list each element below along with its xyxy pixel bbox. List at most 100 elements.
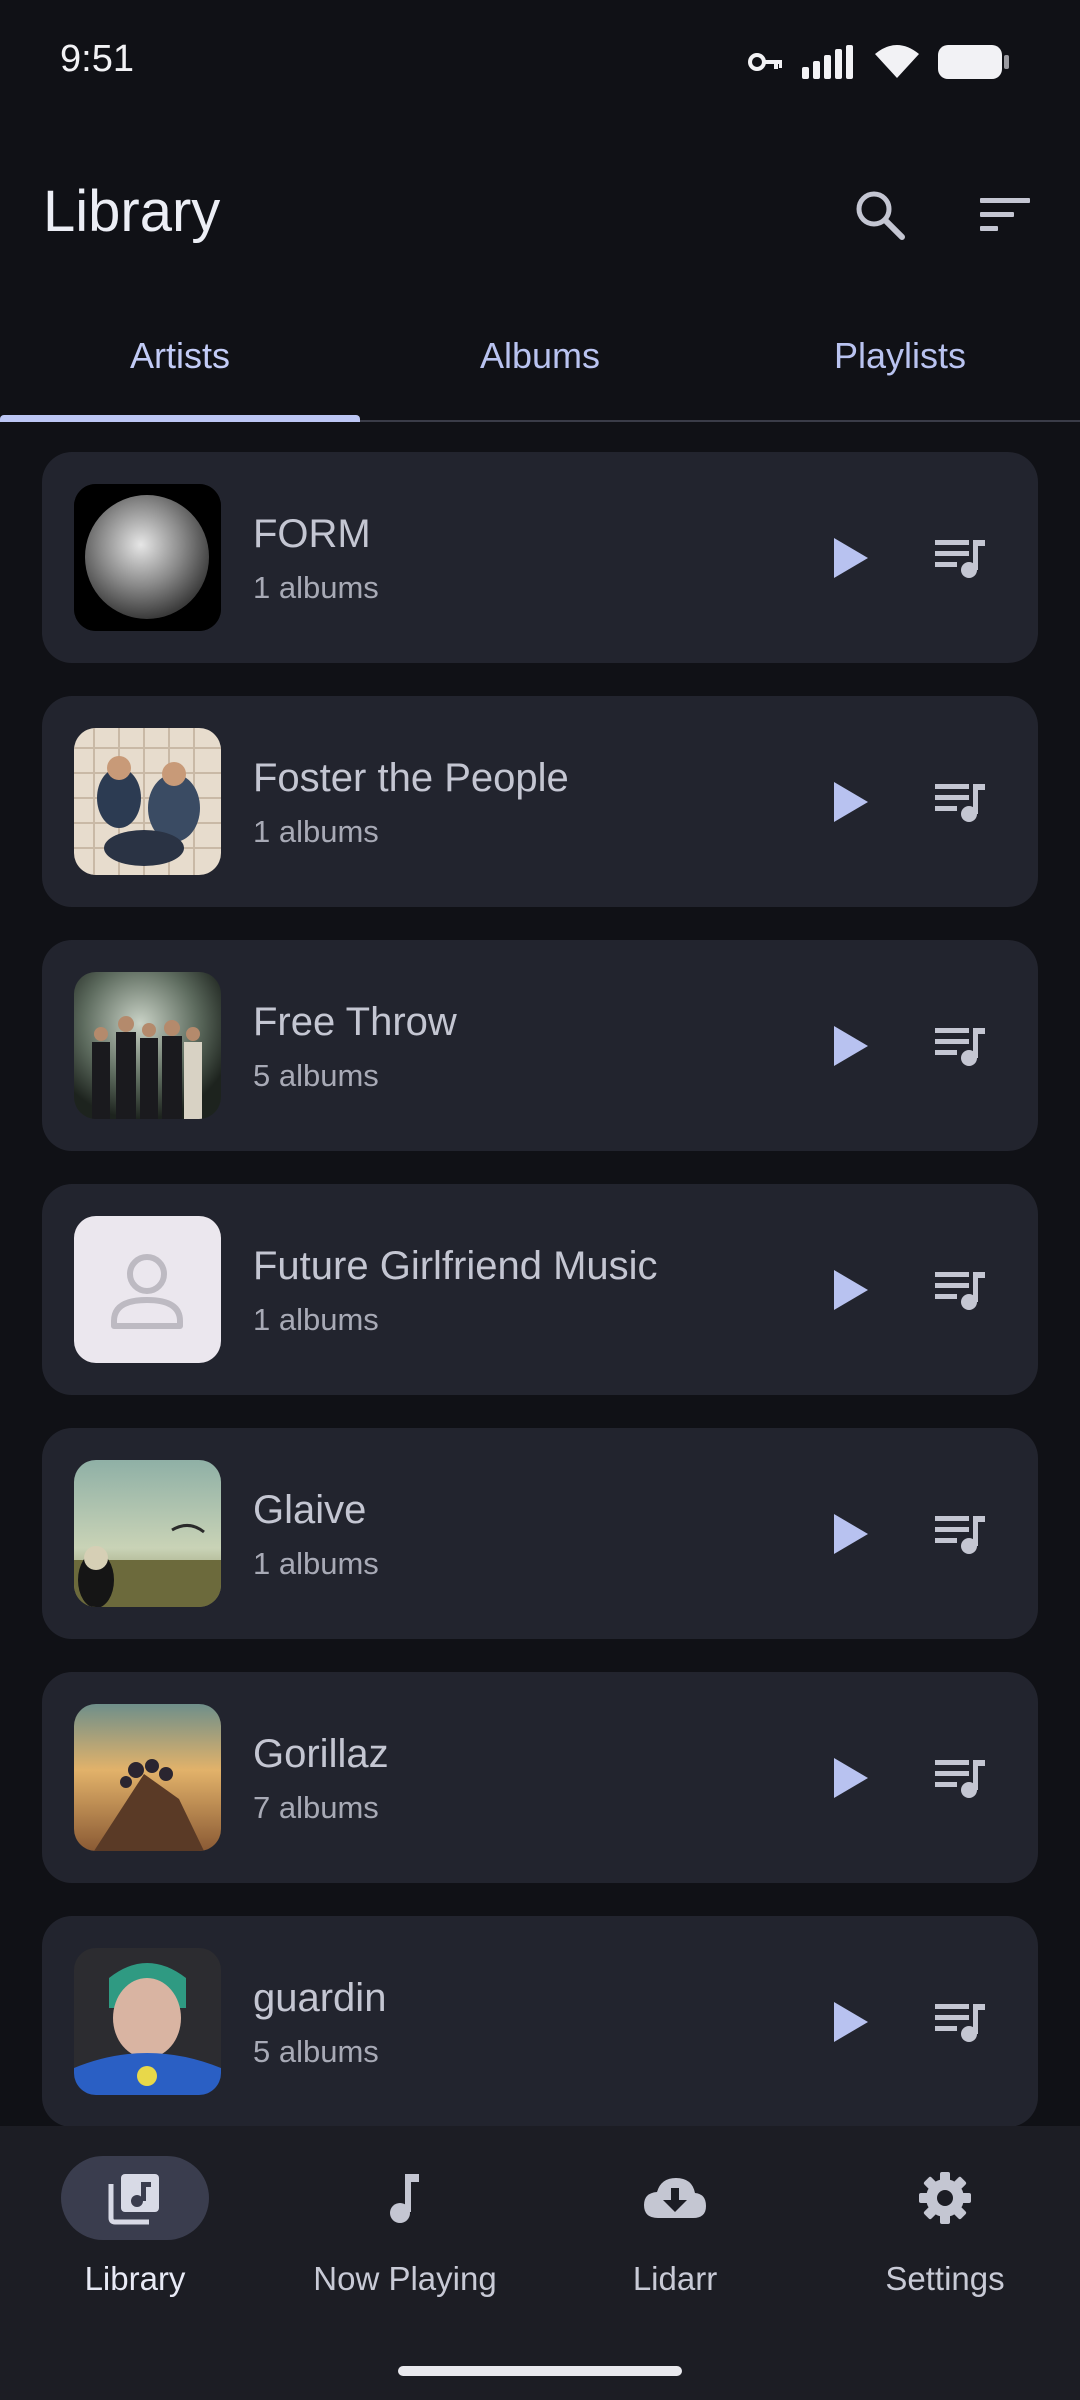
album-count: 1 albums <box>253 1546 379 1581</box>
tab-label: Albums <box>479 335 601 376</box>
queue-music-icon <box>935 1028 985 1066</box>
artist-name: guardin <box>253 1976 387 2020</box>
bottom-navigation: Library Now Playing Lidarr Settings <box>0 2126 1080 2400</box>
add-to-queue-button[interactable] <box>922 1008 998 1084</box>
tab-label: Artists <box>129 335 230 376</box>
artist-thumbnail <box>74 1948 221 2095</box>
play-icon <box>834 538 868 578</box>
play-icon <box>834 1270 868 1310</box>
play-icon <box>834 1026 868 1066</box>
play-icon <box>834 1758 868 1798</box>
play-icon <box>834 782 868 822</box>
nav-label: Now Playing <box>313 2260 497 2297</box>
sort-button[interactable] <box>970 180 1040 250</box>
gorillaz-artwork-image <box>74 1704 221 1851</box>
play-button[interactable] <box>812 1496 888 1572</box>
artist-card-glaive[interactable]: Glaive 1 albums <box>42 1428 1038 1639</box>
album-count: 1 albums <box>253 1302 379 1337</box>
free-throw-artwork-image <box>74 972 221 1119</box>
artist-card-future-girlfriend-music[interactable]: Future Girlfriend Music 1 albums <box>42 1184 1038 1395</box>
person-placeholder-icon <box>111 1254 183 1329</box>
album-count: 5 albums <box>253 2034 379 2069</box>
nav-label: Lidarr <box>632 2260 718 2297</box>
add-to-queue-button[interactable] <box>922 1984 998 2060</box>
guardin-artwork-image <box>74 1948 221 2095</box>
wifi-icon <box>875 45 919 78</box>
artist-card-foster-the-people[interactable]: Foster the People 1 albums <box>42 696 1038 907</box>
library-music-icon <box>108 2174 159 2225</box>
add-to-queue-button[interactable] <box>922 1252 998 1328</box>
music-note-icon <box>390 2174 419 2223</box>
queue-music-icon <box>935 1272 985 1310</box>
tab-indicator <box>0 415 360 422</box>
artist-thumbnail <box>74 1704 221 1851</box>
album-count: 5 albums <box>253 1058 379 1093</box>
tab-artists[interactable]: Artists <box>0 292 360 420</box>
vpn-key-icon <box>748 53 782 71</box>
sort-icon <box>980 198 1030 231</box>
artist-list[interactable]: FORM 1 albums Foster the People 1 albums… <box>0 452 1080 2126</box>
nav-pill <box>61 2156 209 2240</box>
artist-thumbnail <box>74 484 221 631</box>
album-count: 7 albums <box>253 1790 379 1825</box>
glaive-artwork-image <box>74 1460 221 1607</box>
artist-card-free-throw[interactable]: Free Throw 5 albums <box>42 940 1038 1151</box>
cloud-download-icon <box>644 2178 706 2218</box>
search-icon <box>856 191 905 240</box>
nav-lidarr[interactable]: Lidarr <box>540 2156 810 2326</box>
add-to-queue-button[interactable] <box>922 764 998 840</box>
play-button[interactable] <box>812 1252 888 1328</box>
artist-name: Free Throw <box>253 1000 457 1044</box>
queue-music-icon <box>935 1516 985 1554</box>
app-header: Library <box>0 150 1080 270</box>
nav-pill <box>331 2156 479 2240</box>
artist-thumbnail <box>74 1216 221 1363</box>
nav-settings[interactable]: Settings <box>810 2156 1080 2326</box>
artist-thumbnail <box>74 728 221 875</box>
artist-name: Future Girlfriend Music <box>253 1244 658 1288</box>
foster-artwork-image <box>74 728 221 875</box>
tab-playlists[interactable]: Playlists <box>720 292 1080 420</box>
play-button[interactable] <box>812 1740 888 1816</box>
album-count: 1 albums <box>253 814 379 849</box>
status-icons <box>748 44 1010 80</box>
artist-name: FORM <box>253 512 371 556</box>
nav-label: Settings <box>885 2260 1005 2297</box>
nav-now-playing[interactable]: Now Playing <box>270 2156 540 2326</box>
artist-thumbnail <box>74 972 221 1119</box>
status-time: 9:51 <box>60 38 134 80</box>
play-button[interactable] <box>812 520 888 596</box>
nav-pill <box>871 2156 1019 2240</box>
tab-bar: Artists Albums Playlists <box>0 292 1080 422</box>
home-indicator[interactable] <box>398 2366 682 2376</box>
queue-music-icon <box>935 1760 985 1798</box>
nav-label: Library <box>84 2260 186 2297</box>
queue-music-icon <box>935 784 985 822</box>
nav-library[interactable]: Library <box>0 2156 270 2326</box>
queue-music-icon <box>935 540 985 578</box>
play-button[interactable] <box>812 1984 888 2060</box>
signal-icon <box>802 45 853 79</box>
artist-card-gorillaz[interactable]: Gorillaz 7 albums <box>42 1672 1038 1883</box>
queue-music-icon <box>935 2004 985 2042</box>
artist-name: Foster the People <box>253 756 569 800</box>
play-button[interactable] <box>812 764 888 840</box>
artist-thumbnail <box>74 1460 221 1607</box>
add-to-queue-button[interactable] <box>922 1496 998 1572</box>
artist-name: Glaive <box>253 1488 367 1532</box>
play-button[interactable] <box>812 1008 888 1084</box>
tab-albums[interactable]: Albums <box>360 292 720 420</box>
page-title: Library <box>43 179 221 244</box>
play-icon <box>834 1514 868 1554</box>
artist-name: Gorillaz <box>253 1732 389 1776</box>
battery-icon <box>938 45 1009 79</box>
artist-card-form[interactable]: FORM 1 albums <box>42 452 1038 663</box>
add-to-queue-button[interactable] <box>922 520 998 596</box>
nav-pill <box>601 2156 749 2240</box>
search-button[interactable] <box>845 180 915 250</box>
gear-icon <box>919 2172 971 2224</box>
artist-card-guardin[interactable]: guardin 5 albums <box>42 1916 1038 2126</box>
form-artwork-image <box>74 484 221 631</box>
album-count: 1 albums <box>253 570 379 605</box>
add-to-queue-button[interactable] <box>922 1740 998 1816</box>
